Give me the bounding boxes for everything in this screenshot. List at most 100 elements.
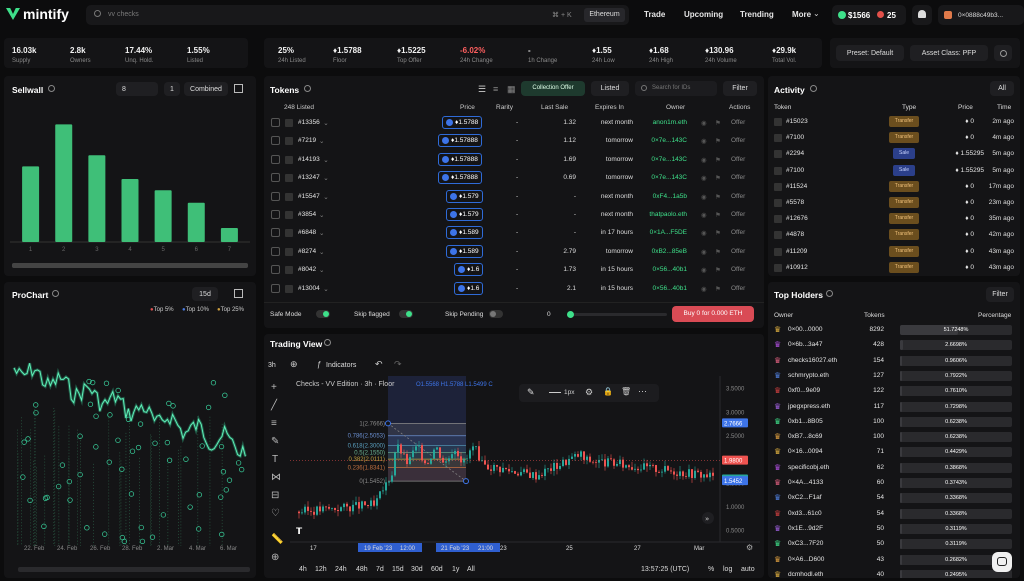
row-checkbox[interactable] xyxy=(271,246,280,256)
candle[interactable] xyxy=(706,474,708,478)
candle[interactable] xyxy=(655,465,657,472)
eye-icon[interactable]: ◉ xyxy=(701,266,707,274)
holder-owner[interactable]: dcmhodl.eth xyxy=(788,571,823,578)
candle[interactable] xyxy=(310,510,312,512)
sale-point[interactable] xyxy=(239,466,245,473)
offer-button[interactable]: Offer xyxy=(731,266,745,273)
candle[interactable] xyxy=(550,468,552,471)
sale-point[interactable] xyxy=(44,494,50,501)
sale-point[interactable] xyxy=(139,538,146,544)
price-pill[interactable]: ♦1.579 xyxy=(446,208,483,221)
candle[interactable] xyxy=(586,456,588,460)
holder-owner[interactable]: specificobj.eth xyxy=(788,464,829,471)
percent-toggle[interactable]: % xyxy=(708,566,714,573)
candle[interactable] xyxy=(529,472,531,478)
candle[interactable] xyxy=(343,503,345,508)
sellwall-bar[interactable] xyxy=(88,155,106,242)
flag-icon[interactable]: ⚑ xyxy=(715,119,721,127)
row-checkbox[interactable] xyxy=(271,118,280,127)
redo-icon[interactable]: ↷ xyxy=(394,359,402,370)
candle[interactable] xyxy=(385,482,387,491)
sale-point[interactable] xyxy=(115,387,121,394)
holder-owner[interactable]: 0x1E...9d2F xyxy=(788,525,823,532)
sale-point[interactable] xyxy=(33,402,39,408)
chevron-down-icon[interactable]: ⌄ xyxy=(319,211,324,219)
sale-point[interactable] xyxy=(196,526,202,532)
trendline-icon[interactable]: ╱ xyxy=(271,400,277,411)
sale-point[interactable] xyxy=(93,444,99,450)
candle[interactable] xyxy=(340,507,342,512)
token-id[interactable]: #13004 xyxy=(298,285,320,292)
candle[interactable] xyxy=(394,452,396,476)
flag-icon[interactable]: ⚑ xyxy=(715,285,721,293)
line-width-select[interactable]: 1px xyxy=(564,389,574,396)
chevron-right-icon[interactable]: » xyxy=(705,515,709,523)
token-row[interactable]: #15547 ⌄ ♦1.579 - - next month 0xF4...1a5b ◉ ⚑ Of… xyxy=(264,188,764,206)
ruler-icon[interactable]: 📏 xyxy=(271,534,283,545)
candle[interactable] xyxy=(364,501,366,505)
candle[interactable] xyxy=(478,446,480,461)
sale-point[interactable] xyxy=(107,412,113,418)
indicators-button[interactable]: Indicators xyxy=(326,362,356,369)
activity-row[interactable]: #10912 Transfer ♦ 0 43m ago xyxy=(768,260,1020,278)
candle[interactable] xyxy=(640,469,642,471)
candle[interactable] xyxy=(448,458,450,462)
candle[interactable] xyxy=(406,453,408,465)
price-pill[interactable]: ♦1.57888 xyxy=(438,134,482,148)
candle[interactable] xyxy=(373,500,375,506)
undo-icon[interactable]: ↶ xyxy=(375,359,383,370)
sale-point[interactable] xyxy=(66,478,72,485)
sale-point[interactable] xyxy=(219,531,225,538)
candle[interactable] xyxy=(697,470,699,472)
candle[interactable] xyxy=(367,504,369,506)
candle[interactable] xyxy=(517,473,519,476)
row-checkbox[interactable] xyxy=(271,283,280,293)
candle[interactable] xyxy=(580,451,582,457)
legend-top25[interactable]: ●Top 25% xyxy=(217,307,244,313)
owner-link[interactable]: thatpaolo.eth xyxy=(649,211,687,218)
candle[interactable] xyxy=(466,458,468,460)
activity-token[interactable]: #11524 xyxy=(786,183,807,190)
sale-point[interactable] xyxy=(115,437,121,443)
candle[interactable] xyxy=(577,454,579,457)
account-button[interactable]: 0×0888c49b3... xyxy=(938,5,1024,25)
candle[interactable] xyxy=(379,491,381,499)
activity-token[interactable]: #2294 xyxy=(786,150,804,157)
row-checkbox[interactable] xyxy=(271,173,280,183)
token-id[interactable]: #13356 xyxy=(298,119,320,126)
sale-point[interactable] xyxy=(187,504,193,510)
token-id[interactable]: #8042 xyxy=(298,266,316,273)
sale-point[interactable] xyxy=(21,439,27,445)
gear-icon[interactable]: ⚙ xyxy=(585,387,593,398)
sale-point[interactable] xyxy=(59,462,66,468)
legend-top5[interactable]: ●Top 5% xyxy=(150,307,174,313)
candle[interactable] xyxy=(472,446,474,451)
sale-point[interactable] xyxy=(102,531,108,537)
price-pill[interactable]: ♦1.589 xyxy=(446,226,483,240)
header-expires[interactable]: Expires In xyxy=(595,104,624,111)
candle[interactable] xyxy=(523,469,525,473)
chevron-down-icon[interactable]: ⌄ xyxy=(323,174,328,182)
candle[interactable] xyxy=(322,506,324,512)
range-all[interactable]: All xyxy=(467,566,475,573)
candle[interactable] xyxy=(538,475,540,480)
candle[interactable] xyxy=(502,467,504,473)
holder-owner[interactable]: checks16027.eth xyxy=(788,357,837,364)
sale-point[interactable] xyxy=(25,436,31,442)
sellwall-bar[interactable] xyxy=(55,124,73,242)
activity-token[interactable]: #11209 xyxy=(786,248,807,255)
candle[interactable] xyxy=(649,464,651,467)
price-pill[interactable]: ♦1.57888 xyxy=(438,152,482,166)
sellwall-mode-toggle[interactable]: Combined xyxy=(184,82,228,96)
price-pill[interactable]: ♦1.589 xyxy=(446,244,483,258)
sale-point[interactable] xyxy=(77,471,83,478)
candle[interactable] xyxy=(334,507,336,510)
candle[interactable] xyxy=(313,511,315,515)
chevron-down-icon[interactable]: ⌄ xyxy=(319,248,324,256)
owner-link[interactable]: 0×7e...143C xyxy=(651,137,687,144)
candle[interactable] xyxy=(694,470,696,478)
candle[interactable] xyxy=(667,466,669,471)
expand-icon[interactable] xyxy=(234,289,243,298)
range-48h[interactable]: 48h xyxy=(356,566,368,573)
range-12h[interactable]: 12h xyxy=(315,566,327,573)
